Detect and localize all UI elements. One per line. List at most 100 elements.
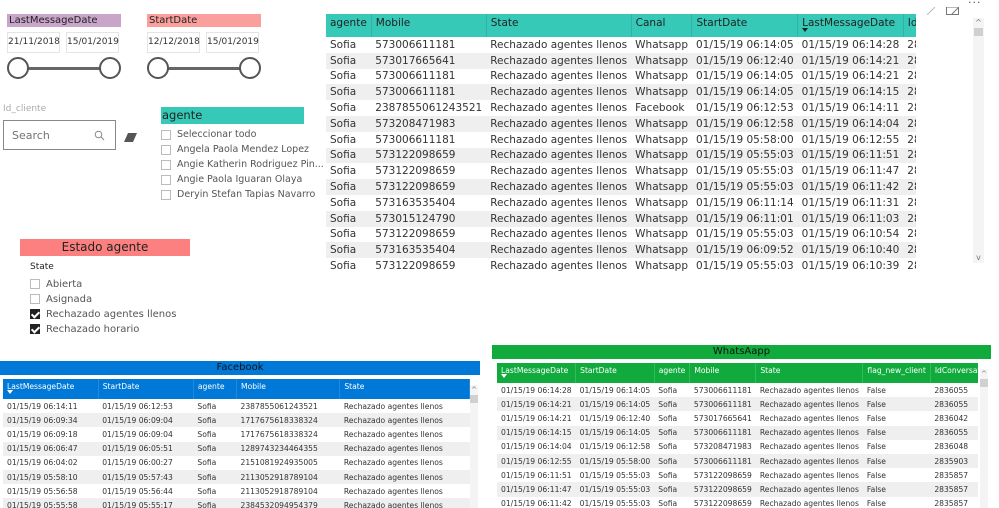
checkbox[interactable] xyxy=(161,189,171,200)
column-header-state[interactable]: State xyxy=(339,379,470,399)
checkbox[interactable] xyxy=(161,159,171,170)
table-row[interactable]: 01/15/19 06:09:18 01/15/19 06:09:04 Sofia 1… xyxy=(3,427,470,441)
table-row[interactable]: 01/15/19 06:11:47 01/15/19 05:55:03 Sofia 5… xyxy=(497,482,978,497)
id-cliente-search[interactable] xyxy=(3,120,116,150)
cell-mobile: 573006611181 xyxy=(689,425,756,440)
column-header-lastmessagedate[interactable]: LastMessageDate xyxy=(797,14,904,37)
eraser-icon[interactable] xyxy=(124,127,137,146)
column-header-lastmessagedate[interactable]: LastMessageDate xyxy=(497,363,577,383)
checkbox[interactable] xyxy=(161,174,171,185)
checkbox-checked[interactable] xyxy=(30,324,40,334)
date-to-input[interactable]: 15/01/2019 xyxy=(66,32,119,53)
date-to-input[interactable]: 15/01/2019 xyxy=(206,32,259,53)
estado-list-item[interactable]: Abierta xyxy=(30,277,176,292)
table-row[interactable]: Sofia 573122098659 Rechazado agentes lleno… xyxy=(326,179,916,195)
table-row[interactable]: 01/15/19 06:14:21 01/15/19 06:12:40 Sofia 5… xyxy=(497,411,978,425)
column-header-flag-new-client[interactable]: flag_new_client xyxy=(862,363,931,383)
checkbox[interactable] xyxy=(161,129,171,140)
slider-handle-end[interactable] xyxy=(239,57,261,79)
column-header-mobile[interactable]: Mobile xyxy=(689,363,757,383)
cell-mobile: 2387855061243521 xyxy=(240,401,318,411)
column-header-state[interactable]: State xyxy=(486,14,632,37)
table-row[interactable]: 01/15/19 06:04:02 01/15/19 06:00:27 Sofia 2… xyxy=(3,456,470,470)
scroll-thumb[interactable] xyxy=(980,379,988,387)
table-row[interactable]: Sofia 573015124790 Rechazado agentes lleno… xyxy=(326,210,916,227)
table-row[interactable]: 01/15/19 05:55:58 01/15/19 05:55:17 Sofia 2… xyxy=(3,498,470,508)
focus-mode-icon[interactable] xyxy=(946,0,959,19)
slider-handle-start[interactable] xyxy=(7,57,29,79)
column-header-canal[interactable]: Canal xyxy=(631,14,693,37)
scroll-thumb[interactable] xyxy=(974,28,983,36)
pin-icon[interactable] xyxy=(925,0,937,19)
checkbox[interactable] xyxy=(30,279,40,289)
search-icon[interactable] xyxy=(94,126,105,145)
more-options-icon[interactable]: ··· xyxy=(968,0,982,9)
column-header-agente[interactable]: agente xyxy=(193,379,238,399)
table-row[interactable]: 01/15/19 05:58:10 01/15/19 05:57:43 Sofia 2… xyxy=(3,469,470,485)
table-row[interactable]: Sofia 2387855061243521 Rechazado agentes l… xyxy=(326,100,916,116)
facebook-table-scrollbar[interactable]: ^ xyxy=(470,385,478,508)
column-header-idconversation[interactable]: IdConversation xyxy=(903,14,916,37)
column-header-state[interactable]: State xyxy=(755,363,864,383)
column-header-mobile[interactable]: Mobile xyxy=(371,14,487,37)
estado-agente-list: Abierta Asignada Rechazado agentes llenos R… xyxy=(30,277,176,337)
scroll-down-icon[interactable]: v xyxy=(973,253,984,263)
cell-canal: Whatsapp xyxy=(631,147,692,164)
table-row[interactable]: Sofia 573122098659 Rechazado agentes lleno… xyxy=(326,147,916,164)
table-row[interactable]: 01/15/19 06:11:51 01/15/19 05:55:03 Sofia 5… xyxy=(497,468,978,482)
table-row[interactable]: Sofia 573122098659 Rechazado agentes lleno… xyxy=(326,258,916,274)
scroll-up-icon[interactable]: ^ xyxy=(470,385,478,395)
scroll-up-icon[interactable]: ^ xyxy=(980,369,988,379)
checkbox-checked[interactable] xyxy=(30,309,40,319)
table-row[interactable]: Sofia 573163535404 Rechazado agentes lleno… xyxy=(326,195,916,211)
column-header-lastmessagedate[interactable]: LastMessageDate xyxy=(3,379,99,399)
scroll-thumb[interactable] xyxy=(470,395,478,403)
table-row[interactable]: Sofia 573122098659 Rechazado agentes lleno… xyxy=(326,227,916,243)
column-header-startdate[interactable]: StartDate xyxy=(575,363,655,383)
table-row[interactable]: 01/15/19 06:14:28 01/15/19 06:14:05 Sofia 5… xyxy=(497,383,978,397)
agente-list-item[interactable]: Angie Paola Iguaran Olaya xyxy=(161,172,304,187)
date-from-input[interactable]: 21/11/2018 xyxy=(7,32,60,53)
column-header-idconversation[interactable]: IdConversation xyxy=(930,363,978,383)
table-row[interactable]: 01/15/19 06:14:11 01/15/19 06:12:53 Sofia 2… xyxy=(3,399,470,413)
table-row[interactable]: 01/15/19 06:14:04 01/15/19 06:12:58 Sofia 5… xyxy=(497,440,978,454)
table-row[interactable]: Sofia 573006611181 Rechazado agentes lleno… xyxy=(326,132,916,148)
slider-handle-end[interactable] xyxy=(99,57,121,79)
table-row[interactable]: 01/15/19 06:14:15 01/15/19 06:14:05 Sofia 5… xyxy=(497,425,978,440)
table-row[interactable]: Sofia 573163535404 Rechazado agentes lleno… xyxy=(326,242,916,259)
table-row[interactable]: Sofia 573208471983 Rechazado agentes lleno… xyxy=(326,115,916,132)
checkbox[interactable] xyxy=(161,144,171,155)
estado-list-item[interactable]: Rechazado agentes llenos xyxy=(30,307,176,322)
agente-list-item[interactable]: Angela Paola Mendez Lopez xyxy=(161,142,309,157)
table-row[interactable]: Sofia 573006611181 Rechazado agentes lleno… xyxy=(326,69,916,85)
table-row[interactable]: 01/15/19 06:14:21 01/15/19 06:14:05 Sofia 5… xyxy=(497,397,978,412)
estado-list-item[interactable]: Rechazado horario xyxy=(30,322,176,337)
slider-handle-start[interactable] xyxy=(147,57,169,79)
table-row[interactable]: Sofia 573122098659 Rechazado agentes lleno… xyxy=(326,163,916,179)
column-header-mobile[interactable]: Mobile xyxy=(236,379,341,399)
table-row[interactable]: 01/15/19 06:06:47 01/15/19 06:05:51 Sofia 1… xyxy=(3,441,470,456)
column-header-startdate[interactable]: StartDate xyxy=(691,14,799,37)
agente-list-item[interactable]: Angie Katherin Rodriguez Pin... xyxy=(161,157,324,172)
estado-list-item[interactable]: Asignada xyxy=(30,292,176,307)
column-header-agente[interactable]: agente xyxy=(326,14,372,37)
cell-lastmessagedate: 01/15/19 06:10:54 xyxy=(801,228,900,241)
scroll-up-icon[interactable]: ^ xyxy=(973,18,984,28)
table-row[interactable]: Sofia 573017665641 Rechazado agentes lleno… xyxy=(326,52,916,69)
date-from-input[interactable]: 12/12/2018 xyxy=(147,32,200,53)
whatsapp-table-scrollbar[interactable]: ^ xyxy=(980,369,988,508)
checkbox[interactable] xyxy=(30,294,40,304)
table-row[interactable]: Sofia 573006611181 Rechazado agentes lleno… xyxy=(326,84,916,101)
main-table-scrollbar[interactable]: ^ v xyxy=(973,18,984,263)
table-row[interactable]: Sofia 573006611181 Rechazado agentes lleno… xyxy=(326,37,916,53)
agente-list-item[interactable]: Seleccionar todo xyxy=(161,127,304,142)
table-row[interactable]: 01/15/19 05:56:58 01/15/19 05:56:44 Sofia 2… xyxy=(3,484,470,498)
column-header-agente[interactable]: agente xyxy=(654,363,691,383)
search-input[interactable] xyxy=(12,128,90,142)
cell-lastmessagedate: 01/15/19 05:56:58 xyxy=(7,486,78,496)
table-row[interactable]: 01/15/19 06:09:34 01/15/19 06:09:04 Sofia 1… xyxy=(3,413,470,428)
agente-list-item[interactable]: Deryin Stefan Tapias Navarro xyxy=(161,187,315,202)
table-row[interactable]: 01/15/19 06:12:55 01/15/19 05:58:00 Sofia 5… xyxy=(497,453,978,469)
table-row[interactable]: 01/15/19 06:11:42 01/15/19 05:55:03 Sofia 5… xyxy=(497,497,978,508)
column-header-startdate[interactable]: StartDate xyxy=(98,379,194,399)
